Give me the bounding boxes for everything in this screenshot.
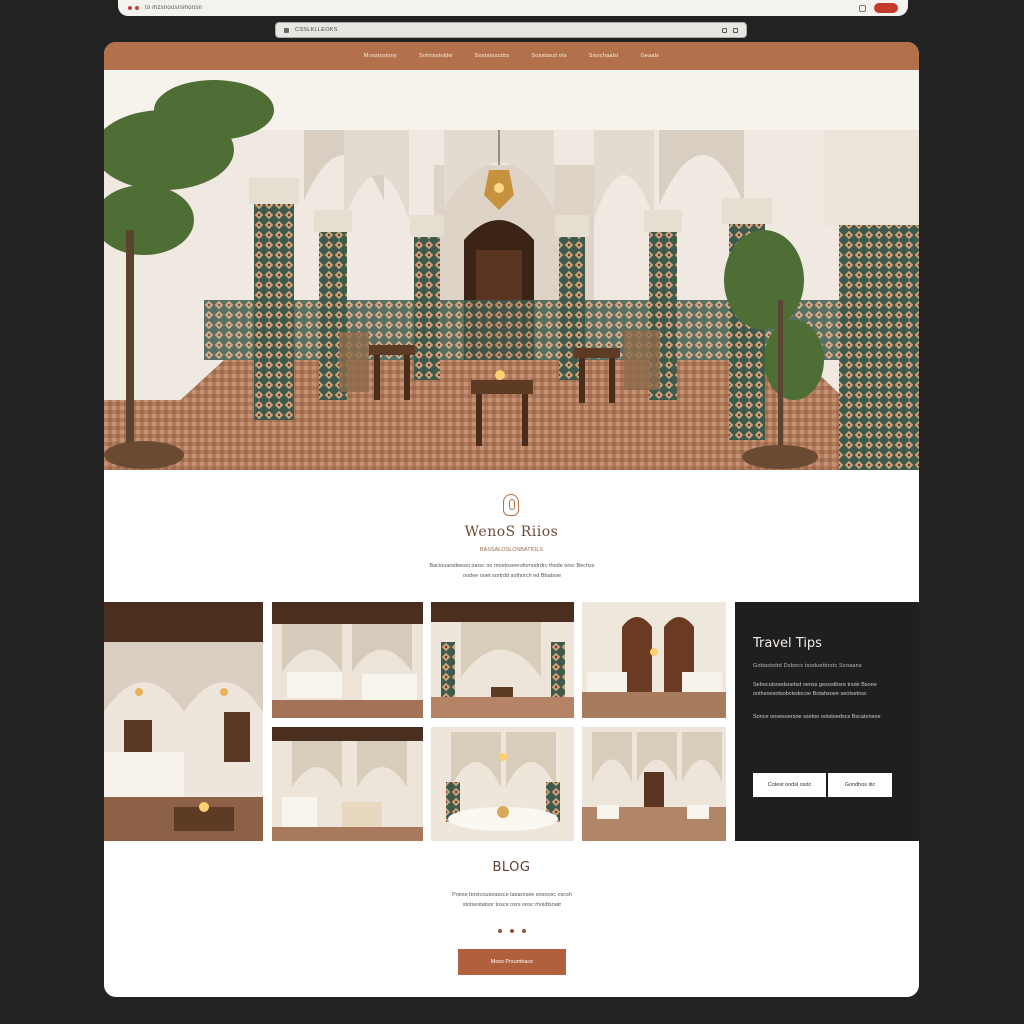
travel-tips-paragraph-1: Sebocutsoedsoetsd oenss gesostbsre trsde… (753, 682, 877, 697)
blog-description: Poese bostcouseassce tasarosee essocec o… (452, 892, 572, 908)
logo-icon (503, 494, 519, 516)
nav-item-6[interactable]: Geaals (629, 53, 670, 59)
gallery-image-bedroom-large[interactable] (104, 602, 263, 841)
nav-item-3[interactable]: Sostaloszzbs (464, 53, 521, 59)
top-navigation: Mosstostooy Sohrisstoldw Sostaloszzbs So… (104, 42, 919, 70)
nav-item-4[interactable]: Sosstaszt ola (520, 53, 577, 59)
image-icon (431, 602, 574, 718)
courtyard-illustration (104, 70, 919, 470)
image-icon (582, 602, 726, 718)
gallery-image-1[interactable] (272, 602, 423, 718)
extensions-icon[interactable] (859, 4, 866, 12)
blog-read-more-button[interactable]: Moss Prsumbace (458, 949, 566, 975)
travel-tips-paragraph-2: Sonce oosesoersoe ssetoe ootstoedscs Bsc… (753, 714, 881, 720)
travel-tips-meta: Gobastottd Dsbocs tsoduettnotc Ssoaans (753, 663, 862, 669)
website-page: Mosstostooy Sohrisstoldw Sostaloszzbs So… (104, 42, 919, 997)
hero-image (104, 70, 919, 470)
address-url[interactable]: CSSLKLLEOKS (295, 27, 338, 33)
tab-title[interactable]: to mzsnoosrsmonsn (145, 5, 202, 11)
nav-item-5[interactable]: Sisschaalsi (578, 53, 630, 59)
image-icon (431, 727, 574, 841)
gallery-image-3[interactable] (582, 602, 726, 718)
share-icon[interactable] (733, 27, 738, 33)
intro-description: Baciouarsdeessi oarsc oo moetoseersfomod… (429, 563, 595, 579)
gallery-image-2[interactable] (431, 602, 574, 718)
image-icon (582, 727, 726, 841)
room-gallery: Travel Tips Gobastottd Dsbocs tsoduettno… (104, 602, 919, 841)
travel-tips-button-1[interactable]: Cotest oodsl osdc (753, 773, 826, 797)
browser-tab-bar: to mzsnoosrsmonsn (118, 0, 908, 16)
blog-pagination[interactable] (104, 929, 919, 933)
intro-subtitle: BASSALOSLOSBATIOLS (479, 547, 544, 553)
profile-button[interactable] (874, 3, 898, 13)
travel-tips-panel: Travel Tips Gobastottd Dsbocs tsoduettno… (735, 602, 919, 841)
intro-title: WenoS Riios (464, 524, 559, 540)
travel-tips-title: Travel Tips (753, 636, 822, 651)
image-icon (272, 727, 423, 841)
window-controls[interactable] (128, 6, 139, 10)
image-icon (272, 602, 423, 718)
gallery-image-4[interactable] (272, 727, 423, 841)
gallery-image-6[interactable] (582, 727, 726, 841)
intro-section: WenoS Riios BASSALOSLOSBATIOLS Baciouars… (104, 470, 919, 602)
bookmark-icon[interactable] (722, 27, 727, 33)
gallery-image-5[interactable] (431, 727, 574, 841)
image-icon (104, 602, 263, 841)
nav-item-1[interactable]: Mosstostooy (353, 53, 408, 59)
blog-title: BLOG (492, 860, 531, 875)
blog-section: BLOG Poese bostcouseassce tasarosee esso… (104, 842, 919, 997)
nav-item-2[interactable]: Sohrisstoldw (408, 53, 464, 59)
address-bar[interactable]: CSSLKLLEOKS (275, 22, 747, 38)
lock-icon (284, 27, 289, 33)
travel-tips-button-2[interactable]: Gondhos itic (828, 773, 892, 797)
